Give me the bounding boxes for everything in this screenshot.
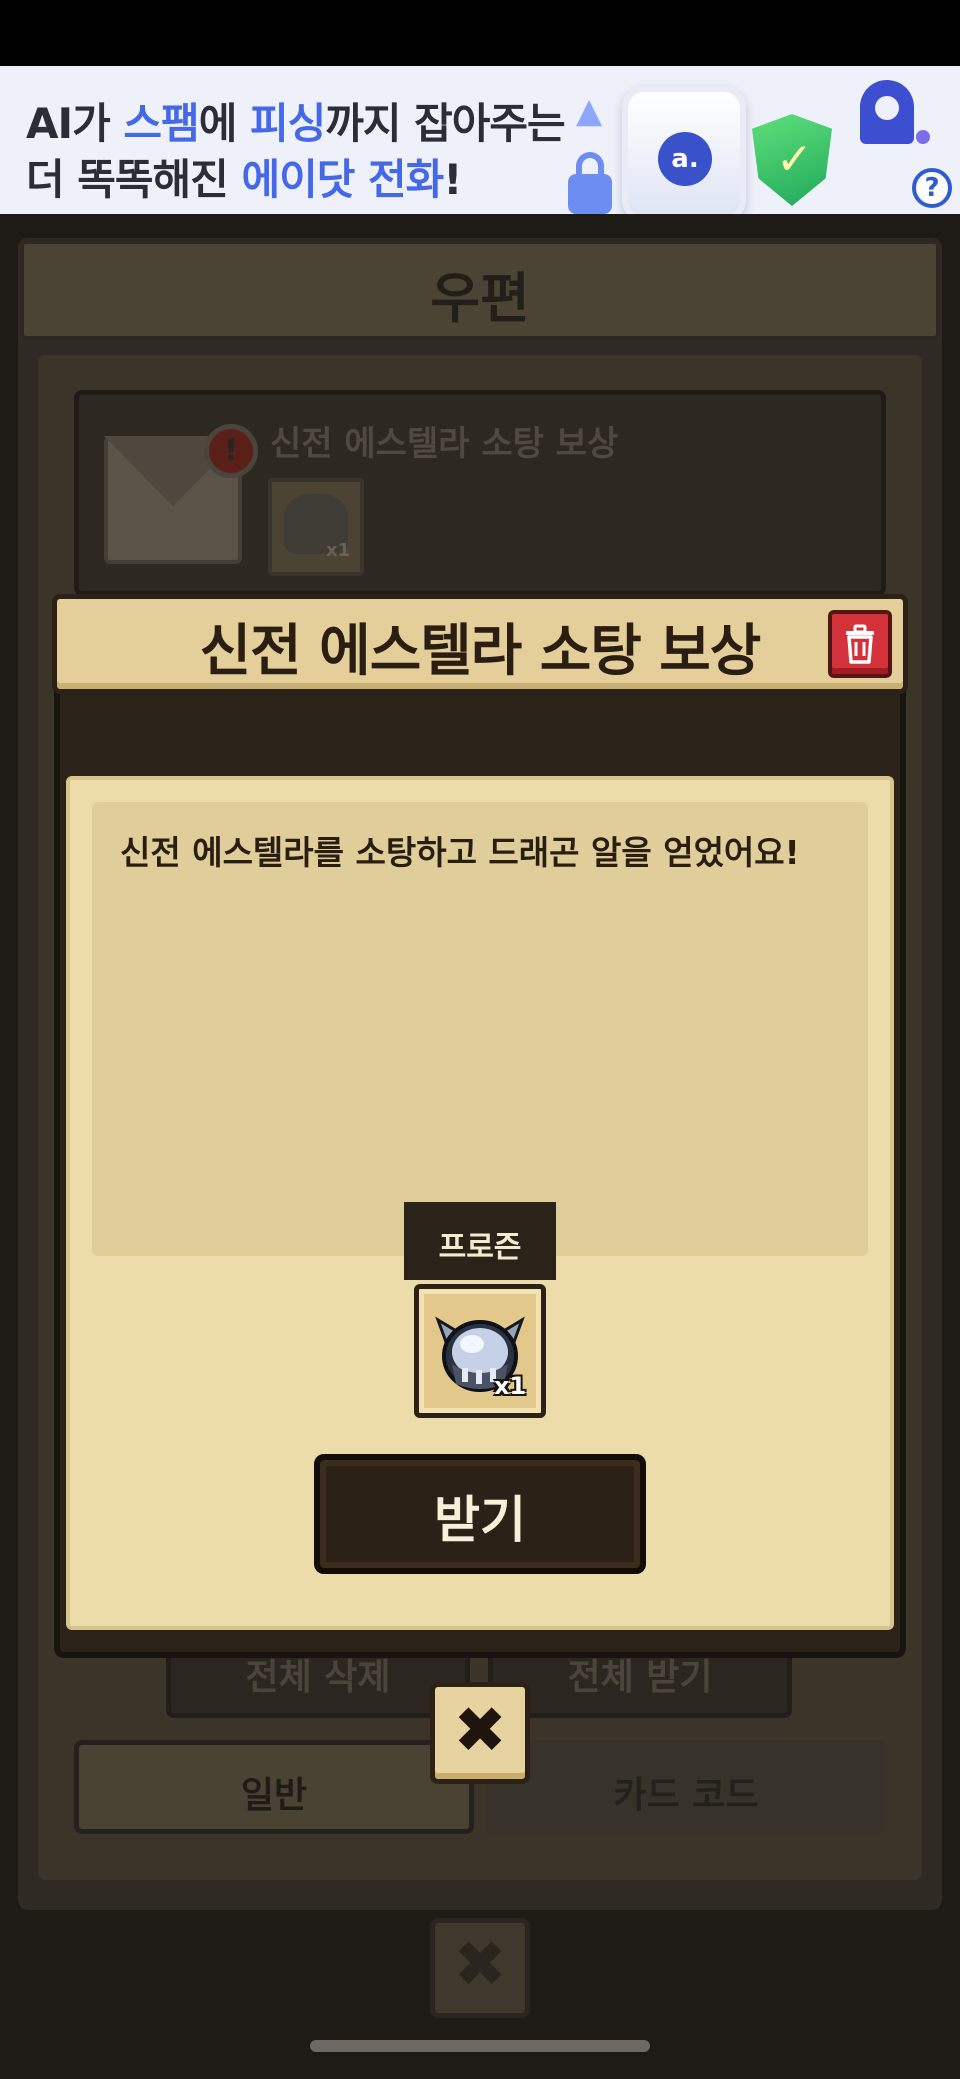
phone-illustration: a. — [622, 86, 746, 214]
tab-card-code-label: 카드 코드 — [613, 1775, 759, 1816]
mail-title: 우편 — [430, 267, 530, 330]
receive-button-label: 받기 — [434, 1491, 526, 1549]
ad-banner[interactable]: AI가 스팸에 피싱까지 잡아주는 더 똑똑해진 에이닷 전화! ▲ a. ✓ … — [0, 66, 960, 214]
mail-item-title: 신전 에스텔라 소탕 보상 — [270, 424, 619, 464]
lock-body — [568, 174, 612, 214]
alert-icon: ! — [204, 424, 258, 478]
check-icon: ✓ — [776, 134, 813, 185]
ad-headline-line2: 더 똑똑해진 에이닷 전화! — [26, 155, 462, 204]
trash-icon — [846, 624, 874, 664]
ad-headline-line1: AI가 스팸에 피싱까지 잡아주는 — [26, 99, 566, 148]
tab-normal-label: 일반 — [240, 1775, 308, 1816]
modal-message: 신전 에스텔라를 소탕하고 드래곤 알을 얻었어요! — [120, 833, 800, 872]
mail-item-reward-qty: x1 — [326, 540, 351, 561]
reward-quantity: x1 — [494, 1372, 527, 1400]
modal-title: 신전 에스텔라 소탕 보상 — [199, 619, 762, 684]
reward-name: 프로즌 — [438, 1230, 522, 1265]
modal-close-button[interactable]: ✖ — [430, 1682, 530, 1784]
app-logo-icon: a. — [658, 132, 712, 186]
mail-close-button[interactable]: ✖ — [430, 1918, 530, 2018]
home-indicator[interactable] — [310, 2040, 650, 2052]
bell-icon: ▲ — [576, 91, 603, 131]
ad-help-button[interactable]: ? — [912, 168, 952, 208]
status-bar — [0, 0, 960, 66]
brand-logo — [858, 80, 930, 150]
